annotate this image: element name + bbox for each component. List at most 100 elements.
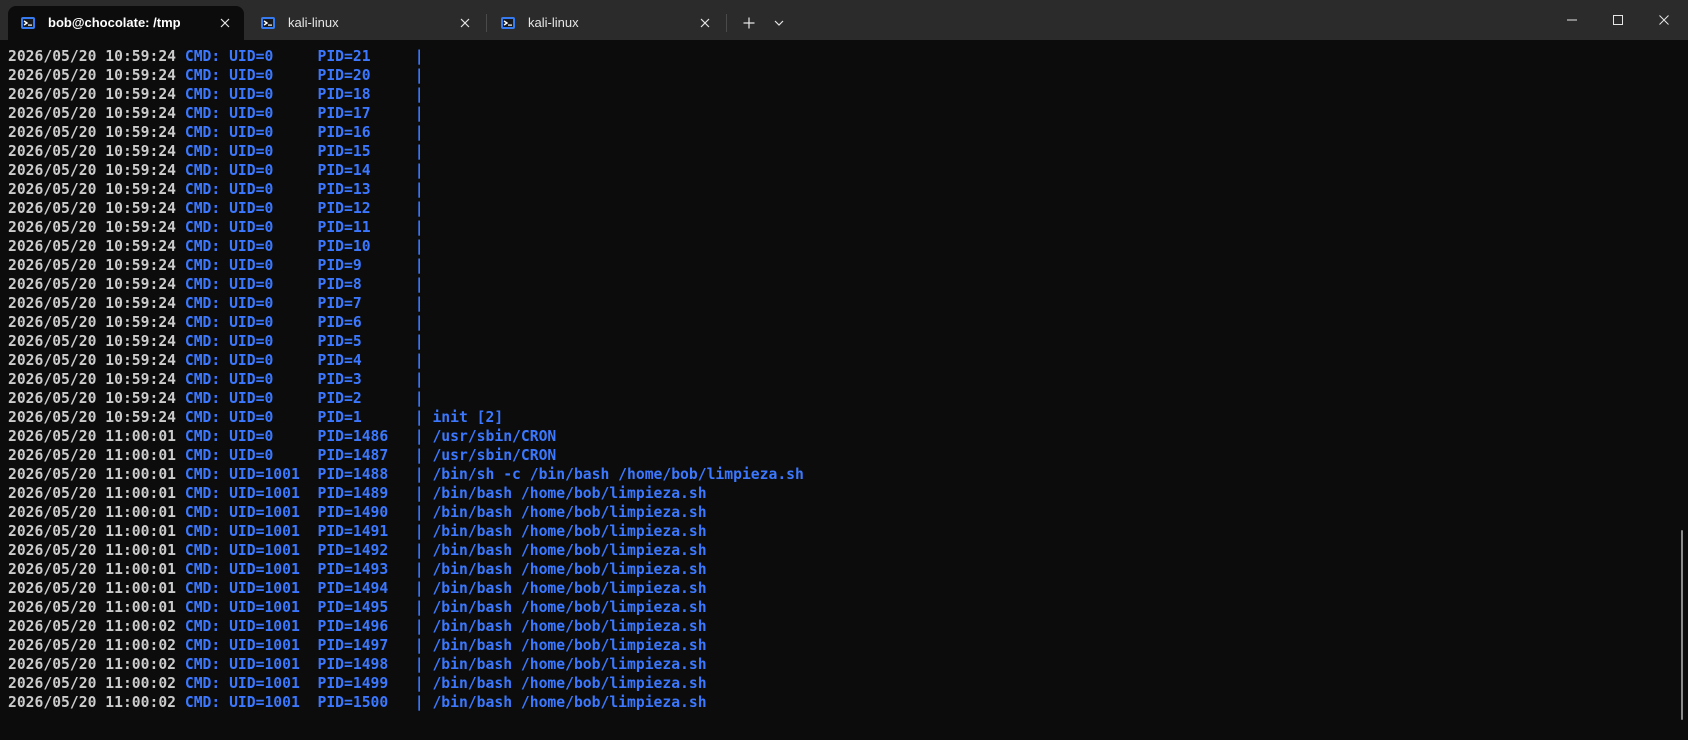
process-command: /bin/bash /home/bob/limpieza.sh — [432, 618, 707, 635]
timestamp: 2026/05/20 10:59:24 — [8, 200, 177, 217]
terminal-line: 2026/05/20 10:59:24 CMD: UID=0 PID=20 | — [8, 66, 804, 85]
timestamp: 2026/05/20 10:59:24 — [8, 143, 177, 160]
timestamp: 2026/05/20 10:59:24 — [8, 333, 177, 350]
close-icon — [220, 18, 230, 28]
tab-close-button[interactable] — [216, 14, 234, 32]
timestamp: 2026/05/20 10:59:24 — [8, 105, 177, 122]
terminal-line: 2026/05/20 10:59:24 CMD: UID=0 PID=4 | — [8, 351, 804, 370]
timestamp: 2026/05/20 10:59:24 — [8, 257, 177, 274]
process-info: CMD: UID=1001 PID=1491 | — [184, 523, 424, 540]
process-info: CMD: UID=1001 PID=1490 | — [184, 504, 424, 521]
process-info: CMD: UID=0 PID=14 | — [184, 162, 424, 179]
timestamp: 2026/05/20 10:59:24 — [8, 124, 177, 141]
terminal-line: 2026/05/20 10:59:24 CMD: UID=0 PID=18 | — [8, 85, 804, 104]
terminal-line: 2026/05/20 10:59:24 CMD: UID=0 PID=16 | — [8, 123, 804, 142]
chevron-down-icon — [774, 20, 784, 26]
process-command: /bin/bash /home/bob/limpieza.sh — [432, 599, 707, 616]
process-info: CMD: UID=1001 PID=1489 | — [184, 485, 424, 502]
terminal-line: 2026/05/20 11:00:02 CMD: UID=1001 PID=14… — [8, 636, 804, 655]
process-info: CMD: UID=1001 PID=1496 | — [184, 618, 424, 635]
plus-icon — [743, 17, 755, 29]
terminal-line: 2026/05/20 11:00:02 CMD: UID=1001 PID=14… — [8, 655, 804, 674]
process-command: /bin/bash /home/bob/limpieza.sh — [432, 485, 707, 502]
terminal-line: 2026/05/20 10:59:24 CMD: UID=0 PID=13 | — [8, 180, 804, 199]
tab-kali-linux-2[interactable]: kali-linux — [488, 6, 724, 40]
scrollbar[interactable] — [1676, 40, 1688, 740]
close-window-button[interactable] — [1641, 0, 1687, 40]
timestamp: 2026/05/20 10:59:24 — [8, 371, 177, 388]
close-icon — [1659, 15, 1669, 25]
process-info: CMD: UID=0 PID=9 | — [184, 257, 424, 274]
maximize-button[interactable] — [1595, 0, 1641, 40]
process-info: CMD: UID=0 PID=20 | — [184, 67, 424, 84]
timestamp: 2026/05/20 11:00:01 — [8, 580, 177, 597]
terminal-line: 2026/05/20 11:00:01 CMD: UID=1001 PID=14… — [8, 522, 804, 541]
process-command: /bin/bash /home/bob/limpieza.sh — [432, 561, 707, 578]
terminal-line: 2026/05/20 10:59:24 CMD: UID=0 PID=14 | — [8, 161, 804, 180]
terminal-line: 2026/05/20 11:00:01 CMD: UID=1001 PID=14… — [8, 541, 804, 560]
process-info: CMD: UID=0 PID=18 | — [184, 86, 424, 103]
process-info: CMD: UID=0 PID=10 | — [184, 238, 424, 255]
terminal-line: 2026/05/20 11:00:01 CMD: UID=0 PID=1486 … — [8, 427, 804, 446]
minimize-button[interactable] — [1549, 0, 1595, 40]
process-info: CMD: UID=0 PID=5 | — [184, 333, 424, 350]
terminal-line: 2026/05/20 11:00:01 CMD: UID=0 PID=1487 … — [8, 446, 804, 465]
process-info: CMD: UID=1001 PID=1500 | — [184, 694, 424, 711]
kali-terminal-icon — [261, 17, 275, 29]
process-command: /bin/bash /home/bob/limpieza.sh — [432, 675, 707, 692]
terminal-line: 2026/05/20 10:59:24 CMD: UID=0 PID=21 | — [8, 47, 804, 66]
process-command: /usr/sbin/CRON — [432, 428, 557, 445]
tab-label: kali-linux — [288, 15, 339, 30]
process-info: CMD: UID=0 PID=1487 | — [184, 447, 424, 464]
terminal-line: 2026/05/20 10:59:24 CMD: UID=0 PID=1 | i… — [8, 408, 804, 427]
tab-close-button[interactable] — [456, 14, 474, 32]
process-info: CMD: UID=0 PID=8 | — [184, 276, 424, 293]
process-info: CMD: UID=0 PID=21 | — [184, 48, 424, 65]
terminal-line: 2026/05/20 10:59:24 CMD: UID=0 PID=2 | — [8, 389, 804, 408]
timestamp: 2026/05/20 11:00:01 — [8, 599, 177, 616]
terminal-line: 2026/05/20 10:59:24 CMD: UID=0 PID=9 | — [8, 256, 804, 275]
terminal-line: 2026/05/20 11:00:01 CMD: UID=1001 PID=14… — [8, 560, 804, 579]
title-bar: bob@chocolate: /tmp kali-linux kali-linu… — [0, 0, 1688, 40]
timestamp: 2026/05/20 11:00:01 — [8, 466, 177, 483]
terminal-line: 2026/05/20 10:59:24 CMD: UID=0 PID=8 | — [8, 275, 804, 294]
process-info: CMD: UID=0 PID=6 | — [184, 314, 424, 331]
tab-kali-linux-1[interactable]: kali-linux — [248, 6, 484, 40]
process-info: CMD: UID=0 PID=11 | — [184, 219, 424, 236]
timestamp: 2026/05/20 10:59:24 — [8, 409, 177, 426]
tab-close-button[interactable] — [696, 14, 714, 32]
process-command: /bin/bash /home/bob/limpieza.sh — [432, 542, 707, 559]
process-info: CMD: UID=0 PID=17 | — [184, 105, 424, 122]
scrollbar-thumb[interactable] — [1681, 530, 1683, 720]
terminal-line: 2026/05/20 11:00:02 CMD: UID=1001 PID=14… — [8, 674, 804, 693]
terminal-line: 2026/05/20 10:59:24 CMD: UID=0 PID=5 | — [8, 332, 804, 351]
tab-dropdown-button[interactable] — [766, 10, 792, 36]
process-info: CMD: UID=1001 PID=1488 | — [184, 466, 424, 483]
timestamp: 2026/05/20 11:00:02 — [8, 618, 177, 635]
terminal-line: 2026/05/20 10:59:24 CMD: UID=0 PID=6 | — [8, 313, 804, 332]
process-command: /bin/bash /home/bob/limpieza.sh — [432, 523, 707, 540]
timestamp: 2026/05/20 10:59:24 — [8, 276, 177, 293]
terminal-line: 2026/05/20 11:00:02 CMD: UID=1001 PID=14… — [8, 617, 804, 636]
timestamp: 2026/05/20 10:59:24 — [8, 48, 177, 65]
close-icon — [460, 18, 470, 28]
terminal-output[interactable]: 2026/05/20 10:59:24 CMD: UID=0 PID=21 | 2… — [0, 40, 1676, 740]
timestamp: 2026/05/20 10:59:24 — [8, 390, 177, 407]
terminal-line: 2026/05/20 11:00:01 CMD: UID=1001 PID=14… — [8, 465, 804, 484]
timestamp: 2026/05/20 10:59:24 — [8, 162, 177, 179]
process-info: CMD: UID=1001 PID=1494 | — [184, 580, 424, 597]
process-info: CMD: UID=0 PID=7 | — [184, 295, 424, 312]
process-info: CMD: UID=1001 PID=1493 | — [184, 561, 424, 578]
new-tab-button[interactable] — [736, 10, 762, 36]
timestamp: 2026/05/20 10:59:24 — [8, 86, 177, 103]
process-info: CMD: UID=1001 PID=1497 | — [184, 637, 424, 654]
kali-terminal-icon — [21, 17, 35, 29]
terminal-line: 2026/05/20 10:59:24 CMD: UID=0 PID=11 | — [8, 218, 804, 237]
process-command: /bin/bash /home/bob/limpieza.sh — [432, 580, 707, 597]
process-info: CMD: UID=0 PID=15 | — [184, 143, 424, 160]
timestamp: 2026/05/20 11:00:01 — [8, 542, 177, 559]
process-info: CMD: UID=0 PID=3 | — [184, 371, 424, 388]
tab-bob-chocolate-tmp[interactable]: bob@chocolate: /tmp — [8, 6, 244, 40]
terminal-line: 2026/05/20 10:59:24 CMD: UID=0 PID=15 | — [8, 142, 804, 161]
timestamp: 2026/05/20 11:00:02 — [8, 694, 177, 711]
